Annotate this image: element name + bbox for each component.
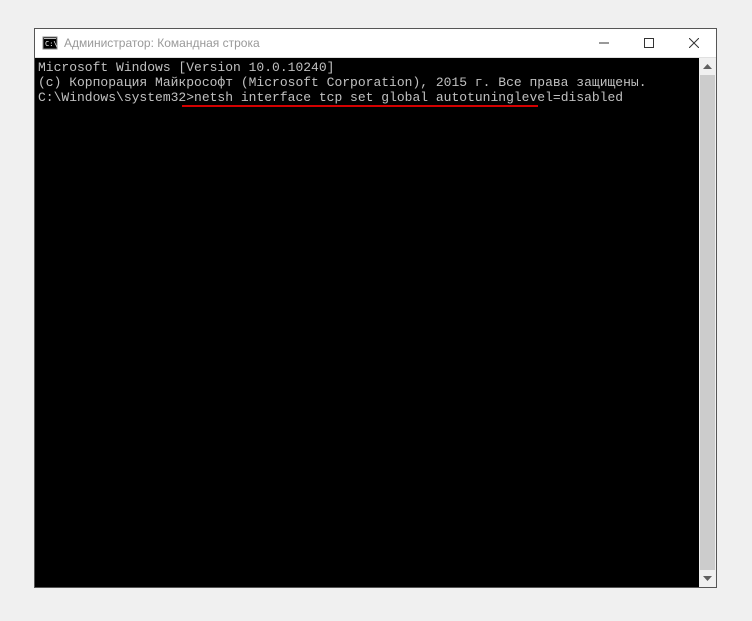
prompt-line: C:\Windows\system32>netsh interface tcp … [38,90,623,105]
cmd-icon: C:\ [42,35,58,51]
prompt-prefix: C:\Windows\system32> [38,90,194,105]
terminal-output[interactable]: Microsoft Windows [Version 10.0.10240](c… [35,58,699,587]
titlebar[interactable]: C:\ Администратор: Командная строка [35,29,716,58]
terminal-area: Microsoft Windows [Version 10.0.10240](c… [35,58,716,587]
close-button[interactable] [671,29,716,57]
typed-command: netsh interface tcp set global autotunin… [194,90,623,105]
scroll-up-button[interactable] [699,58,716,75]
scroll-down-button[interactable] [699,570,716,587]
command-prompt-window: C:\ Администратор: Командная строка Micr… [34,28,717,588]
window-controls [581,29,716,57]
svg-text:C:\: C:\ [45,40,58,48]
window-title: Администратор: Командная строка [64,36,581,50]
annotation-underline [182,105,538,107]
vertical-scrollbar[interactable] [699,58,716,587]
maximize-button[interactable] [626,29,671,57]
scrollbar-track[interactable] [699,75,716,570]
output-line: (c) Корпорация Майкрософт (Microsoft Cor… [38,75,696,90]
scrollbar-thumb[interactable] [700,75,715,570]
minimize-button[interactable] [581,29,626,57]
output-line: Microsoft Windows [Version 10.0.10240] [38,60,696,75]
